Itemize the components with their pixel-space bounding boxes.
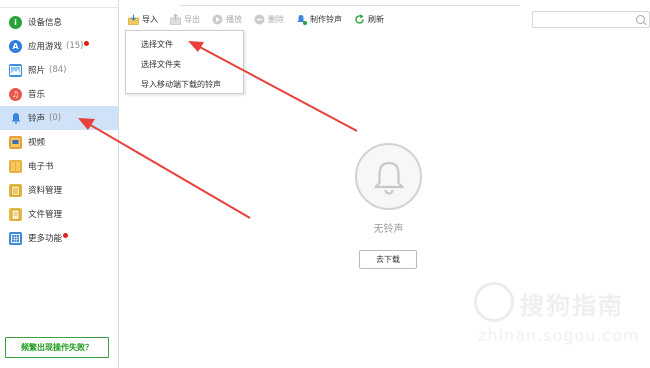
sogou-logo-icon — [474, 282, 514, 322]
empty-state-text: 无铃声 — [373, 224, 404, 235]
more-icon — [9, 231, 22, 245]
play-icon — [212, 14, 223, 25]
sidebar-item-apps[interactable]: A 应用游戏 (15) — [0, 34, 118, 58]
import-icon — [128, 14, 139, 25]
bell-icon — [9, 112, 22, 125]
info-icon: i — [9, 15, 22, 29]
file-icon — [9, 207, 22, 221]
sidebar-item-files[interactable]: 文件管理 — [0, 202, 118, 226]
import-dropdown-menu: 选择文件 选择文件夹 导入移动端下载的铃声 — [125, 30, 244, 94]
watermark-title: 搜狗指南 — [520, 292, 624, 320]
sidebar-item-more[interactable]: 更多功能 — [0, 226, 118, 250]
sidebar-item-music[interactable]: ♫ 音乐 — [0, 82, 118, 106]
watermark-url: zhinan.sogou.com — [478, 326, 640, 345]
sidebar-item-contacts[interactable]: 资料管理 — [0, 178, 118, 202]
appstore-icon: A — [9, 39, 22, 53]
play-label: 播放 — [226, 14, 242, 24]
music-icon: ♫ — [9, 87, 22, 101]
search-icon[interactable] — [636, 15, 645, 24]
sidebar-item-ebooks[interactable]: 电子书 — [0, 154, 118, 178]
menu-item-select-folder[interactable]: 选择文件夹 — [126, 55, 243, 75]
sidebar-top-strip — [0, 0, 118, 8]
notification-dot — [63, 232, 69, 238]
top-divider — [180, 0, 520, 6]
photo-icon — [9, 63, 22, 77]
notification-dot — [84, 40, 90, 46]
import-label: 导入 — [142, 14, 158, 24]
contacts-icon — [9, 183, 22, 197]
sidebar-item-count: (0) — [49, 113, 62, 123]
sidebar-item-label: 应用游戏 — [28, 42, 63, 52]
sidebar-item-photos[interactable]: 照片 (84) — [0, 58, 118, 82]
export-button[interactable]: 导出 — [170, 13, 200, 25]
export-label: 导出 — [184, 14, 200, 24]
sidebar-item-videos[interactable]: 视频 — [0, 130, 118, 154]
import-button[interactable]: 导入 — [128, 14, 158, 25]
refresh-icon — [354, 13, 365, 25]
sidebar-item-count: (84) — [49, 65, 67, 75]
feedback-button[interactable]: 频繁出现操作失败？ — [5, 337, 109, 358]
sidebar-item-label: 照片 — [28, 66, 46, 76]
ebook-icon — [9, 159, 22, 173]
sidebar-item-label: 文件管理 — [28, 210, 63, 220]
refresh-button[interactable]: 刷新 — [354, 13, 384, 25]
sidebar-item-label: 资料管理 — [28, 186, 63, 196]
sidebar-item-count: (15) — [66, 41, 84, 51]
toolbar: 导入 导出 播放 删除 制作铃声 刷新 — [120, 8, 650, 30]
menu-item-select-file[interactable]: 选择文件 — [126, 35, 243, 55]
menu-item-import-mobile-ringtones[interactable]: 导入移动端下载的铃声 — [126, 75, 243, 95]
play-button[interactable]: 播放 — [212, 14, 242, 25]
sidebar: i 设备信息 A 应用游戏 (15) 照片 (84) ♫ 音乐 铃声 (0) 视… — [0, 0, 119, 368]
search-input[interactable] — [532, 11, 650, 28]
delete-icon — [254, 14, 265, 25]
sidebar-item-label: 更多功能 — [28, 234, 63, 244]
watermark: 搜狗指南 zhinan.sogou.com — [470, 278, 640, 348]
sidebar-item-device-info[interactable]: i 设备信息 — [0, 10, 118, 34]
sidebar-item-ringtones[interactable]: 铃声 (0) — [0, 106, 118, 130]
sidebar-item-label: 音乐 — [28, 90, 46, 100]
sidebar-item-label: 铃声 — [28, 114, 46, 124]
make-ringtone-button[interactable]: 制作铃声 — [296, 14, 342, 25]
delete-label: 删除 — [268, 14, 284, 24]
refresh-label: 刷新 — [368, 14, 384, 24]
export-icon — [170, 13, 181, 25]
delete-button[interactable]: 删除 — [254, 14, 284, 25]
download-button[interactable]: 去下载 — [359, 250, 417, 269]
empty-bell-icon — [355, 143, 422, 210]
sidebar-item-label: 设备信息 — [28, 18, 63, 28]
make-ringtone-label: 制作铃声 — [310, 14, 342, 24]
sidebar-item-label: 视频 — [28, 138, 46, 148]
sidebar-item-label: 电子书 — [28, 162, 54, 172]
bell-plus-icon — [296, 14, 307, 25]
video-icon — [9, 135, 22, 149]
